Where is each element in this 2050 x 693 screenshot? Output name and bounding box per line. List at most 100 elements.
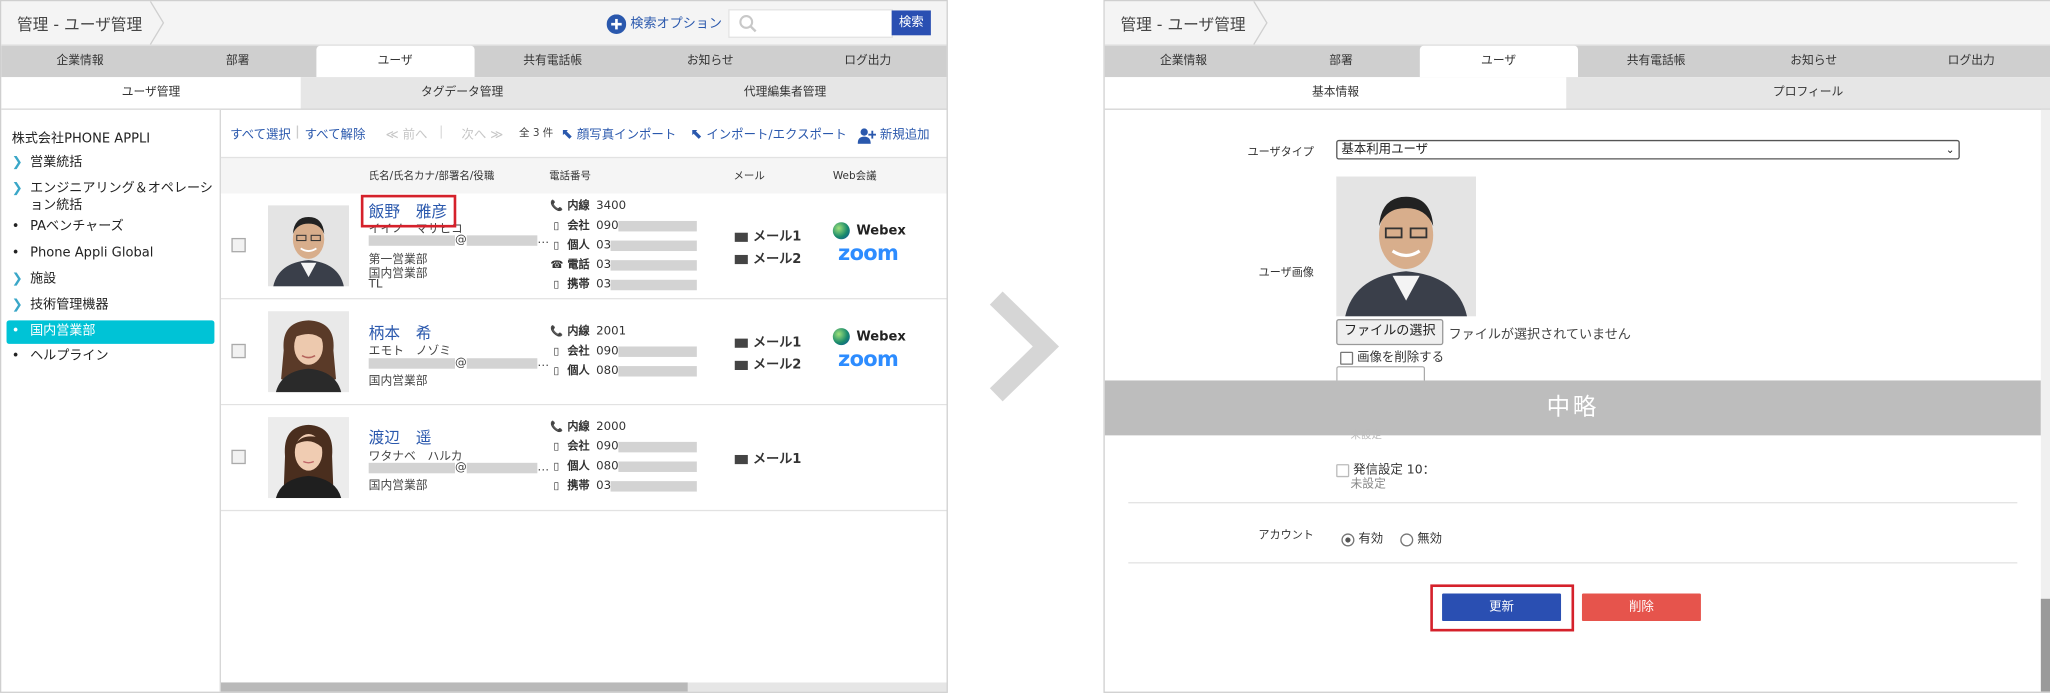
scrollbar-thumb[interactable] — [2040, 598, 2050, 692]
user-dept: 国内営業部 — [368, 375, 428, 389]
row-checkbox[interactable] — [231, 237, 246, 253]
phone-personal: ▯ 個人 080 — [550, 362, 698, 378]
webex-logo-icon — [832, 328, 850, 346]
table-row[interactable]: 渡辺 遥 ワタナベ ハルカ @… 国内営業部 📞 内線 2000 ▯ 会社 090 ▯ 個… — [220, 405, 947, 512]
phone-mobile: ▯ 携帯 03 — [550, 276, 698, 292]
subtab-user-management[interactable]: ユーザ管理 — [1, 77, 301, 109]
mobile-icon: ▯ — [553, 460, 560, 472]
company-name: 株式会社PHONE APPLI — [11, 132, 151, 147]
account-disabled-radio[interactable]: 無効 — [1400, 528, 1442, 546]
phone-extension: 📞 内線 2000 — [550, 420, 627, 435]
tab-log-output[interactable]: ログ出力 — [1892, 46, 2050, 77]
mail-link-1[interactable]: メール1 — [734, 331, 801, 350]
phone-icon: 📞 — [550, 420, 564, 433]
tab-user[interactable]: ユーザ — [316, 45, 474, 78]
deselect-all-link[interactable]: すべて解除 — [305, 124, 366, 142]
radio-selected-icon[interactable] — [1341, 532, 1355, 546]
phone-extension: 📞 内線 3400 — [550, 200, 627, 214]
subtab-proxy-editor[interactable]: 代理編集者管理 — [624, 77, 947, 108]
mobile-icon: ▯ — [553, 440, 560, 453]
webex-link[interactable]: Webex — [832, 328, 906, 346]
table-row[interactable]: 飯野 雅彦 イイノ マサヒコ @… 第一営業部 国内営業部 TL 📞 内線 3400… — [220, 193, 947, 300]
user-kana: エモト ノゾミ — [368, 345, 452, 359]
user-title: TL — [368, 278, 383, 292]
delete-image-option[interactable]: 画像を削除する — [1340, 346, 1444, 365]
row-checkbox[interactable] — [231, 343, 246, 359]
hidden-field-edge — [1336, 366, 1426, 382]
webex-link[interactable]: Webex — [832, 222, 906, 240]
tab-company[interactable]: 企業情報 — [1, 46, 159, 77]
search-icon — [739, 15, 757, 33]
tab-department[interactable]: 部署 — [1262, 46, 1420, 77]
sub-tabs: ユーザ管理 タグデータ管理 代理編集者管理 — [1, 77, 947, 110]
send-setting-checkbox[interactable] — [1336, 463, 1350, 477]
subtab-basic-info[interactable]: 基本情報 — [1104, 77, 1567, 109]
highlight-box-update — [1430, 584, 1575, 632]
select-all-link[interactable]: すべて選択 — [230, 124, 291, 142]
tab-notices[interactable]: お知らせ — [1735, 46, 1893, 77]
delete-button[interactable]: 削除 — [1581, 593, 1701, 622]
row-checkbox[interactable] — [231, 449, 246, 465]
main-tabs: 企業情報 部署 ユーザ 共有電話帳 お知らせ ログ出力 — [1104, 45, 2050, 78]
import-export-button[interactable]: ⬉ インポート/エクスポート — [690, 124, 846, 143]
tab-shared-phonebook[interactable]: 共有電話帳 — [474, 46, 632, 77]
sidebar-item-domestic-sales[interactable]: • 国内営業部 — [6, 320, 215, 344]
user-photo-male — [268, 205, 350, 287]
user-list-panel: 管理 - ユーザ管理 検索オプション 検索 企業情報 部署 ユーザ 共有電話帳 … — [0, 0, 948, 693]
main-tabs: 企業情報 部署 ユーザ 共有電話帳 お知らせ ログ出力 — [1, 45, 947, 78]
breadcrumb-chevron-icon — [1253, 1, 1268, 45]
phone-icon: 📞 — [550, 325, 564, 338]
add-user-button[interactable]: 新規追加 — [857, 124, 930, 144]
mobile-icon: ▯ — [553, 345, 560, 357]
tab-company[interactable]: 企業情報 — [1105, 46, 1263, 77]
choose-file-button[interactable]: ファイルの選択 — [1336, 319, 1444, 346]
breadcrumb: 管理 - ユーザ管理 — [16, 15, 143, 34]
divider — [296, 125, 299, 139]
chevron-right-icon: ❯ — [11, 155, 23, 170]
prev-page-link[interactable]: ≪ 前へ — [386, 124, 428, 142]
photo-import-label: 顔写真インポート — [576, 128, 677, 143]
sidebar-item-engineering[interactable]: ❯ エンジニアリング＆オペレーション統括 — [7, 180, 215, 214]
subtab-tag-data[interactable]: タグデータ管理 — [301, 77, 624, 108]
zoom-link[interactable]: zoom — [838, 346, 899, 371]
search-option-link[interactable]: 検索オプション — [606, 12, 722, 34]
vertical-scrollbar[interactable] — [2040, 109, 2050, 692]
user-name-link[interactable]: 渡辺 遥 — [369, 426, 432, 448]
search-button[interactable]: 検索 — [891, 10, 931, 36]
account-enabled-radio[interactable]: 有効 — [1341, 528, 1383, 546]
column-header-phone: 電話番号 — [549, 169, 591, 182]
subtab-profile[interactable]: プロフィール — [1566, 77, 2050, 108]
mail-link-1[interactable]: メール1 — [734, 447, 801, 467]
tab-shared-phonebook[interactable]: 共有電話帳 — [1577, 46, 1735, 77]
user-photo-female — [268, 417, 350, 499]
mail-link-2[interactable]: メール2 — [734, 353, 801, 373]
tab-notices[interactable]: お知らせ — [631, 46, 789, 77]
user-type-select[interactable]: 基本利用ユーザ ⌄ — [1336, 139, 1960, 160]
next-page-link[interactable]: 次へ ≫ — [462, 124, 504, 142]
omitted-section-banner: 中略 — [1104, 380, 2041, 436]
user-email: @… — [368, 234, 549, 247]
email-at: @ — [454, 461, 467, 475]
table-row[interactable]: 柄本 希 エモト ノゾミ @… 国内営業部 📞 内線 2001 ▯ 会社 090 ▯ 個人… — [220, 299, 947, 406]
tab-user[interactable]: ユーザ — [1419, 45, 1578, 78]
phone-company: ▯ 会社 090 — [550, 438, 698, 454]
mail-link-2[interactable]: メール2 — [734, 247, 801, 267]
tab-department[interactable]: 部署 — [159, 46, 317, 77]
account-label: アカウント — [1258, 529, 1314, 543]
scrollbar-thumb[interactable] — [220, 682, 688, 692]
user-image-label: ユーザ画像 — [1258, 266, 1314, 280]
search-input[interactable] — [728, 9, 893, 38]
horizontal-scrollbar[interactable] — [220, 682, 947, 692]
account-enabled-label: 有効 — [1358, 532, 1384, 547]
bullet-icon: • — [11, 349, 20, 364]
faded-value: 未設定 — [1350, 428, 1382, 441]
table-header: 氏名/氏名カナ/部署名/役職 電話番号 メール Web会議 — [220, 156, 947, 195]
tab-log-output[interactable]: ログ出力 — [789, 46, 947, 77]
delete-image-checkbox[interactable] — [1340, 351, 1354, 365]
zoom-link[interactable]: zoom — [838, 241, 899, 266]
photo-import-button[interactable]: ⬉ 顔写真インポート — [561, 124, 677, 143]
mail-link-1[interactable]: メール1 — [734, 225, 801, 244]
user-type-value: 基本利用ユーザ — [1341, 142, 1429, 157]
mobile-icon: ▯ — [553, 219, 560, 232]
radio-unselected-icon[interactable] — [1400, 532, 1414, 546]
